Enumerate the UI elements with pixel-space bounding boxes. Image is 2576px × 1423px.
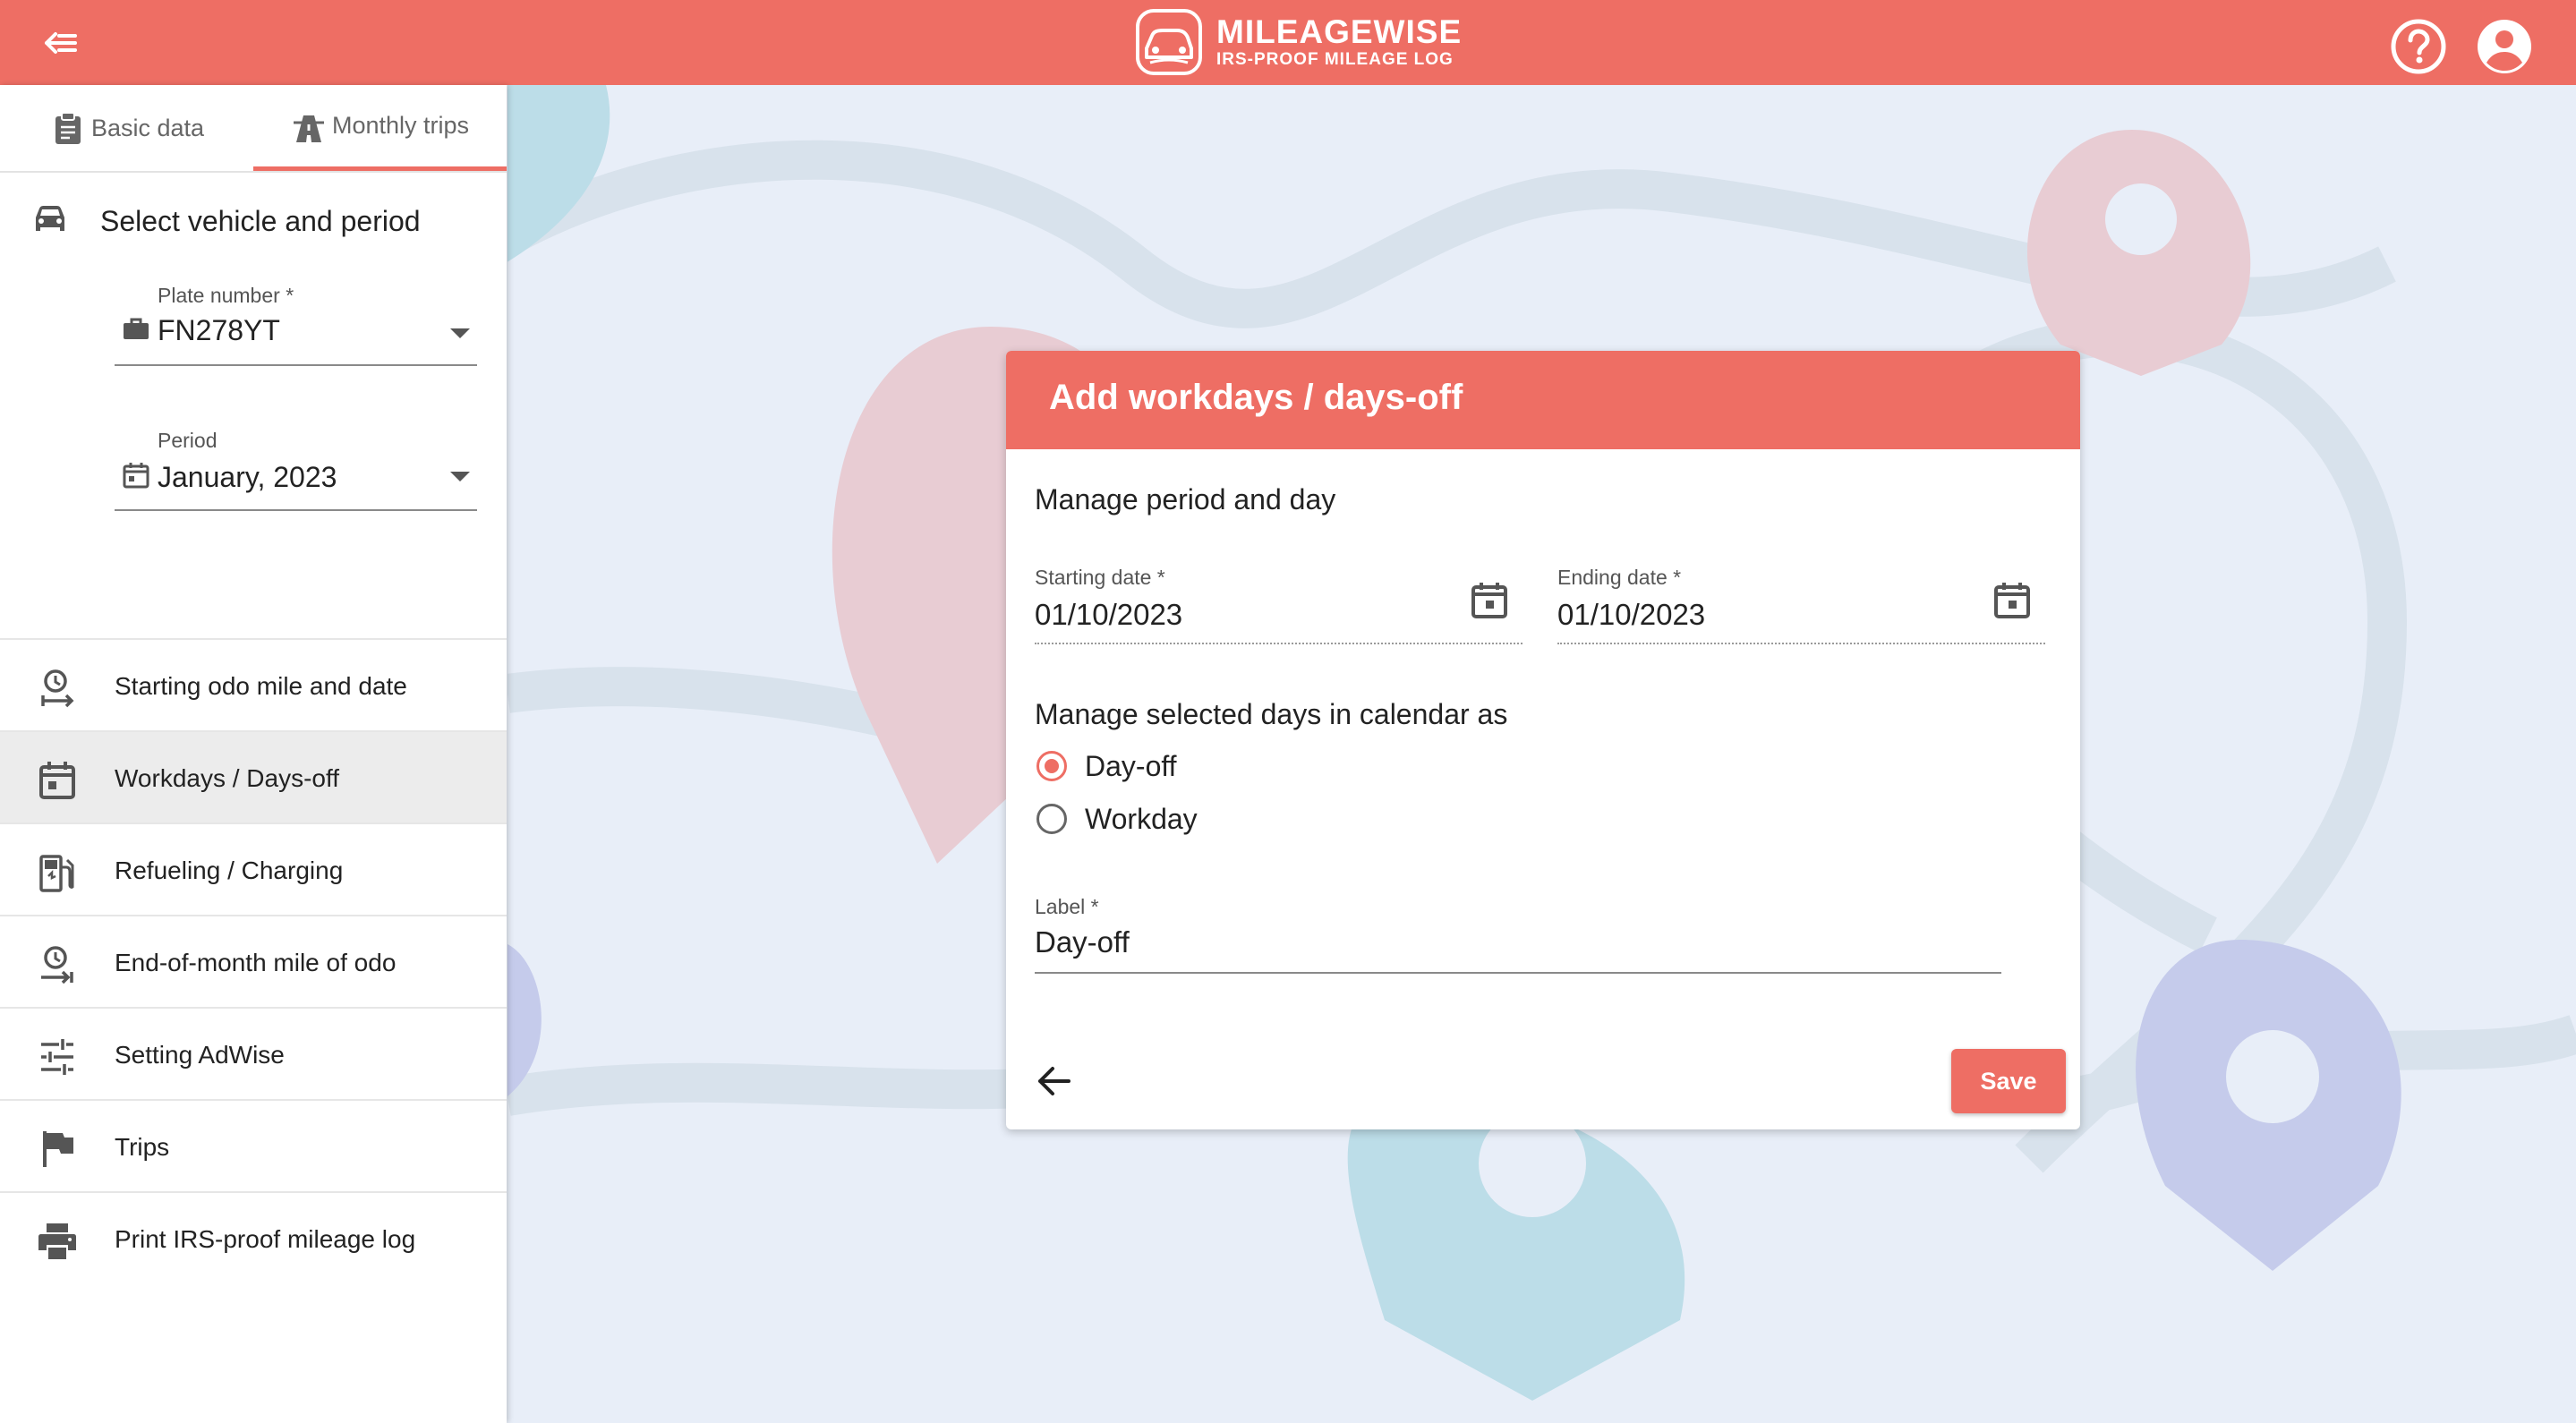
fuel-pump-icon (39, 855, 74, 892)
label-field-value: Day-off (1035, 925, 1130, 959)
clipboard-icon (55, 112, 81, 144)
section-title: Select vehicle and period (0, 192, 507, 246)
save-button[interactable]: Save (1951, 1049, 2066, 1113)
briefcase-icon (124, 318, 149, 339)
brand-name: MILEAGEWISE (1216, 13, 1463, 50)
brand-tagline: IRS-PROOF MILEAGE LOG (1216, 50, 1454, 69)
label-input-field[interactable]: Label * Day-off (1035, 895, 2001, 974)
road-icon (293, 115, 324, 142)
period-select[interactable]: Period January, 2023 (115, 429, 477, 511)
top-app-bar: MILEAGEWISE IRS-PROOF MILEAGE LOG (0, 0, 2576, 85)
radio-label: Workday (1085, 802, 1198, 835)
sidebar-item-workdays[interactable]: Workdays / Days-off (0, 730, 507, 822)
starting-date-value: 01/10/2023 (1035, 598, 1183, 631)
dialog-header: Add workdays / days-off (1006, 351, 2080, 449)
calendar-picker-icon[interactable] (1469, 580, 1510, 621)
radio-label: Day-off (1085, 749, 1177, 782)
starting-date-field[interactable]: Starting date * 01/10/2023 (1035, 566, 1523, 644)
tab-label: Monthly trips (331, 112, 470, 139)
sidebar-item-label: Starting odo mile and date (115, 672, 407, 700)
sidebar-item-end-of-month-odo[interactable]: End-of-month mile of odo (0, 915, 507, 1007)
car-logo-icon (1136, 9, 1202, 75)
radio-workday[interactable]: Workday (1036, 797, 1198, 840)
radio-button-checked[interactable] (1036, 751, 1067, 781)
ending-date-label: Ending date * (1557, 566, 1682, 589)
sidebar-item-starting-odo[interactable]: Starting odo mile and date (0, 638, 507, 730)
sidebar-item-label: Print IRS-proof mileage log (115, 1225, 416, 1253)
printer-icon (38, 1223, 76, 1259)
tune-sliders-icon (41, 1039, 73, 1075)
starting-date-label: Starting date * (1035, 566, 1165, 589)
ending-date-value: 01/10/2023 (1557, 598, 1706, 631)
account-icon[interactable] (2476, 18, 2533, 75)
radio-day-off[interactable]: Day-off (1036, 745, 1177, 788)
ending-date-field[interactable]: Ending date * 01/10/2023 (1557, 566, 2045, 644)
dialog-title: Add workdays / days-off (1049, 378, 1463, 417)
flag-icon (43, 1131, 73, 1167)
dropdown-arrow-icon (450, 472, 470, 481)
sidebar: Basic data Monthly trips Select vehicle … (0, 85, 507, 1423)
dropdown-arrow-icon (450, 328, 470, 338)
calendar-icon (39, 762, 75, 799)
sidebar-item-label: Trips (115, 1133, 170, 1161)
sidebar-item-refueling[interactable]: Refueling / Charging (0, 822, 507, 915)
sidebar-item-label: End-of-month mile of odo (115, 949, 397, 976)
radio-button-unchecked[interactable] (1036, 804, 1067, 834)
sidebar-item-trips[interactable]: Trips (0, 1099, 507, 1191)
help-icon[interactable] (2390, 18, 2447, 75)
tab-label: Basic data (91, 114, 205, 141)
plate-number-label: Plate number * (158, 284, 294, 307)
tab-basic-data[interactable]: Basic data (50, 85, 204, 171)
sidebar-item-setting-adwise[interactable]: Setting AdWise (0, 1007, 507, 1099)
brand-logo[interactable]: MILEAGEWISE IRS-PROOF MILEAGE LOG (1132, 5, 1462, 79)
tab-monthly-trips[interactable]: Monthly trips (253, 85, 507, 171)
period-value: January, 2023 (158, 461, 337, 493)
car-icon (36, 206, 64, 231)
back-arrow-icon[interactable] (1035, 1061, 1074, 1101)
sidebar-item-label: Workdays / Days-off (115, 764, 340, 792)
odometer-end-icon (41, 946, 73, 984)
add-workdays-dialog: Add workdays / days-off Manage period an… (1006, 351, 2080, 1129)
plate-number-select[interactable]: Plate number * FN278YT (115, 284, 477, 366)
calendar-picker-icon[interactable] (1992, 580, 2033, 621)
section-title-text: Select vehicle and period (100, 205, 421, 237)
collapse-menu-icon[interactable] (39, 21, 82, 64)
odometer-start-icon (41, 669, 74, 708)
manage-days-label: Manage selected days in calendar as (1035, 698, 1508, 730)
sidebar-item-label: Refueling / Charging (115, 856, 344, 884)
period-label: Period (158, 429, 218, 452)
plate-number-value: FN278YT (158, 314, 280, 346)
sidebar-item-label: Setting AdWise (115, 1041, 285, 1069)
sidebar-item-print-log[interactable]: Print IRS-proof mileage log (0, 1191, 507, 1283)
calendar-icon (123, 463, 149, 489)
dialog-subtitle: Manage period and day (1035, 483, 1336, 516)
sidebar-tabs: Basic data Monthly trips (0, 85, 507, 173)
label-field-label: Label * (1035, 895, 1099, 918)
